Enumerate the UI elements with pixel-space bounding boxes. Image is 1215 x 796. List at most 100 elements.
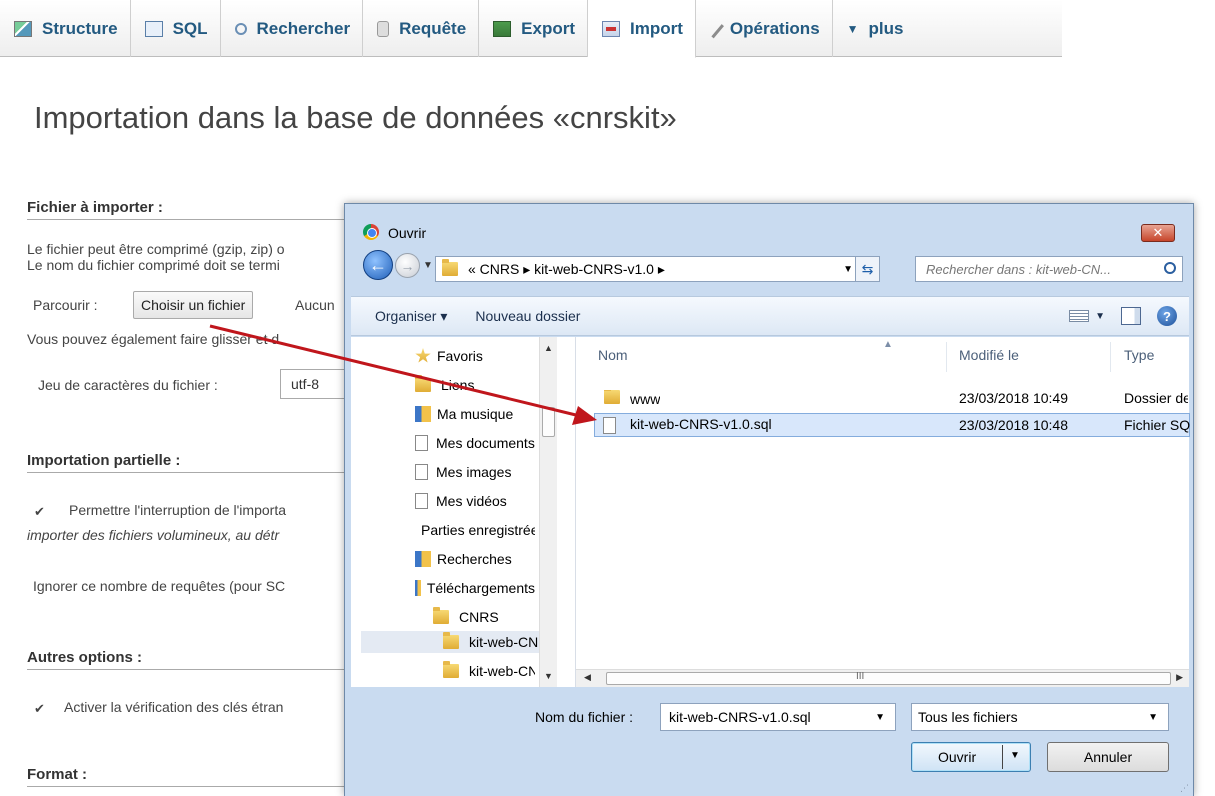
no-file-chosen: Aucun [295, 297, 335, 313]
scroll-down-icon[interactable]: ▼ [544, 671, 553, 681]
folder-icon [442, 259, 458, 276]
library-icon [415, 580, 421, 596]
nav-item-favoris[interactable]: Favoris [415, 345, 535, 367]
chevron-down-icon[interactable]: ▼ [843, 264, 853, 275]
library-icon [415, 406, 431, 422]
sort-ascending-icon: ▲ [883, 339, 893, 350]
tab-query[interactable]: Requête [363, 0, 480, 57]
dialog-title: Ouvrir [388, 225, 427, 241]
file-section-title: Fichier à importer : [27, 199, 357, 220]
drag-drop-help: Vous pouvez également faire glisser et d [27, 331, 280, 347]
nav-scroll-thumb[interactable] [542, 407, 555, 437]
chevron-down-icon[interactable]: ▼ [1010, 750, 1020, 761]
forward-arrow-icon[interactable]: → [395, 253, 420, 278]
nav-item-documents[interactable]: Mes documents [415, 432, 535, 454]
nav-item-liens[interactable]: Liens [415, 374, 535, 396]
dialog-toolbar: Organiser ▾ Nouveau dossier ▼ ? [351, 296, 1189, 336]
skip-queries-label: Ignorer ce nombre de requêtes (pour SC [33, 578, 286, 594]
column-name[interactable]: Nom [598, 347, 628, 363]
allow-interrupt-label: Permettre l'interruption de l'importa [69, 502, 286, 518]
folder-icon [415, 375, 431, 392]
organize-button[interactable]: Organiser ▾ [375, 308, 447, 325]
nav-item-searches[interactable]: Recherches [415, 548, 535, 570]
library-icon [415, 551, 431, 567]
scroll-right-icon[interactable]: ▶ [1176, 672, 1183, 683]
nav-scrollbar[interactable]: ▲ ▼ [539, 337, 557, 687]
file-modified-cell: 23/03/2018 10:48 [959, 417, 1068, 433]
split-divider [1002, 745, 1003, 769]
compress-help-line2: Le nom du fichier comprimé doit se termi [27, 257, 280, 273]
file-icon [603, 416, 616, 434]
view-options-icon[interactable] [1069, 310, 1090, 322]
document-icon [415, 493, 428, 509]
charset-select[interactable]: utf-8 [280, 369, 350, 399]
address-breadcrumb: « CNRS ▸ kit-web-CNRS-v1.0 ▸ [468, 260, 665, 277]
nav-item-downloads[interactable]: Téléchargements [415, 577, 535, 599]
folder-icon [604, 389, 620, 404]
column-separator[interactable] [1110, 342, 1111, 372]
filetype-select[interactable]: Tous les fichiers ▼ [911, 703, 1169, 731]
nav-item-music[interactable]: Ma musique [415, 403, 535, 425]
wrench-icon [705, 19, 724, 38]
compress-help-line1: Le fichier peut être comprimé (gzip, zip… [27, 241, 285, 257]
choose-file-button[interactable]: Choisir un fichier [133, 291, 254, 319]
nav-item-kit-web-selected[interactable]: kit-web-CNRS-v1.0 [361, 631, 539, 653]
tab-search[interactable]: Rechercher [221, 0, 364, 57]
sql-icon [144, 20, 163, 37]
search-icon [1164, 262, 1176, 274]
nav-item-saved-games[interactable]: Parties enregistrées [415, 519, 535, 541]
browse-label: Parcourir : [33, 297, 98, 313]
nav-item-cnrs[interactable]: CNRS [433, 606, 533, 628]
query-icon [377, 20, 390, 37]
file-row-www[interactable]: www 23/03/2018 10:49 Dossier de fichiers [596, 386, 1196, 410]
tab-operations[interactable]: Opérations [696, 0, 833, 57]
dialog-titlebar[interactable] [345, 204, 1193, 234]
close-icon[interactable]: ✕ [1141, 224, 1175, 242]
preview-pane-icon[interactable] [1121, 307, 1141, 325]
scroll-up-icon[interactable]: ▲ [544, 343, 553, 353]
history-dropdown-icon[interactable]: ▼ [423, 260, 433, 271]
chevron-down-icon[interactable]: ▼ [1095, 311, 1105, 322]
resize-grip-icon[interactable]: ⋰ [1180, 783, 1189, 794]
export-icon [493, 20, 512, 37]
chevron-down-icon[interactable]: ▼ [1148, 712, 1158, 723]
chevron-down-icon[interactable]: ▼ [875, 712, 885, 723]
tab-sql[interactable]: SQL [131, 0, 221, 57]
charset-label: Jeu de caractères du fichier : [38, 377, 218, 393]
search-input[interactable]: Rechercher dans : kit-web-CN... [915, 256, 1183, 282]
tab-structure[interactable]: Structure [0, 0, 131, 57]
search-icon [234, 22, 247, 35]
zip-folder-icon [443, 661, 459, 678]
column-separator[interactable] [946, 342, 947, 372]
document-icon [415, 435, 428, 451]
back-arrow-icon[interactable]: ← [363, 250, 393, 280]
nav-item-kit-web[interactable]: kit-web-CNRS [443, 660, 535, 682]
refresh-icon[interactable]: ⇆ [855, 257, 879, 281]
file-row-sql-selected[interactable]: kit-web-CNRS-v1.0.sql 23/03/2018 10:48 F… [594, 413, 1190, 437]
nav-item-images[interactable]: Mes images [415, 461, 535, 483]
tab-export[interactable]: Export [479, 0, 589, 57]
tab-import[interactable]: Import [588, 0, 696, 58]
file-type-cell: Fichier SQL [1124, 417, 1190, 433]
filename-input[interactable]: kit-web-CNRS-v1.0.sql ▼ [660, 703, 896, 731]
allow-interrupt-note: importer des fichiers volumineux, au dét… [27, 527, 280, 543]
tab-more[interactable]: ▼ plus [833, 0, 916, 57]
foreign-keys-checkbox[interactable]: ✔ [33, 702, 46, 715]
scroll-left-icon[interactable]: ◀ [584, 672, 591, 683]
cancel-button[interactable]: Annuler [1047, 742, 1169, 772]
hscroll-thumb[interactable] [606, 672, 1171, 685]
scroll-grip: III [856, 671, 865, 682]
nav-item-videos[interactable]: Mes vidéos [415, 490, 535, 512]
allow-interrupt-checkbox[interactable]: ✔ [33, 505, 46, 518]
column-modified[interactable]: Modifié le [959, 347, 1019, 363]
file-list-hscrollbar[interactable]: ◀ III ▶ [576, 669, 1189, 687]
open-button[interactable]: Ouvrir ▼ [911, 742, 1031, 772]
new-folder-button[interactable]: Nouveau dossier [475, 308, 580, 324]
help-icon[interactable]: ? [1157, 306, 1177, 326]
structure-icon [14, 20, 32, 37]
column-type[interactable]: Type [1124, 347, 1154, 363]
chrome-icon [363, 224, 379, 240]
file-modified-cell: 23/03/2018 10:49 [959, 390, 1068, 406]
address-bar[interactable]: « CNRS ▸ kit-web-CNRS-v1.0 ▸ ▼ ⇆ [435, 256, 880, 282]
foreign-keys-label: Activer la vérification des clés étran [64, 699, 284, 715]
